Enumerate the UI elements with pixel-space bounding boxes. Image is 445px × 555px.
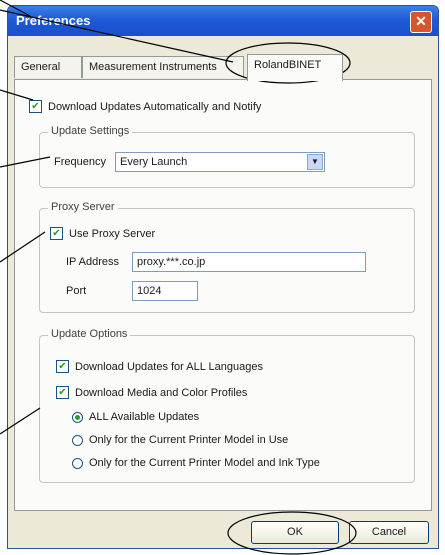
port-label: Port [66,285,87,297]
checkmark-icon: ✔ [56,386,69,399]
ok-button[interactable]: OK [251,521,339,544]
tab-general-label: General [21,61,61,73]
ip-address-input[interactable]: proxy.***.co.jp [132,252,366,272]
tab-rolandbinet-label: RolandBINET [254,59,322,71]
all-languages-checkbox[interactable]: ✔ Download Updates for ALL Languages [56,360,263,373]
tab-general[interactable]: General [14,56,82,78]
tab-strip: General Measurement Instruments RolandBI… [14,54,432,81]
title-bar[interactable]: Preferences ✕ [8,6,438,36]
proxy-server-group: Proxy Server ✔ Use Proxy Server IP Addre… [39,201,415,313]
chevron-down-icon[interactable]: ▼ [307,154,323,170]
use-proxy-checkbox[interactable]: ✔ Use Proxy Server [50,227,155,240]
use-proxy-label: Use Proxy Server [69,227,156,240]
checkmark-icon: ✔ [56,360,69,373]
all-languages-label: Download Updates for ALL Languages [75,360,263,373]
preferences-dialog: Preferences ✕ General Measurement Instru… [7,5,439,549]
frequency-value: Every Launch [120,156,188,168]
radio-current-printer[interactable]: Only for the Current Printer Model in Us… [72,434,288,446]
radio-all-updates[interactable]: ALL Available Updates [72,411,199,423]
checkmark-icon: ✔ [29,100,42,113]
rolandbinet-panel: ✔ Download Updates Automatically and Not… [14,79,432,511]
media-profiles-label: Download Media and Color Profiles [75,386,248,399]
radio-printer-and-ink[interactable]: Only for the Current Printer Model and I… [72,457,320,469]
radio-printer-and-ink-label: Only for the Current Printer Model and I… [89,457,320,469]
window-title: Preferences [16,13,91,28]
auto-update-label: Download Updates Automatically and Notif… [48,100,262,113]
update-options-group: Update Options ✔ Download Updates for AL… [39,328,415,483]
radio-all-updates-label: ALL Available Updates [89,411,200,423]
frequency-label: Frequency [54,156,106,168]
radio-unselected-icon [72,457,83,469]
update-options-title: Update Options [48,328,131,340]
tab-measurement-instruments[interactable]: Measurement Instruments [82,56,244,78]
update-settings-title: Update Settings [48,125,133,137]
radio-unselected-icon [72,434,83,446]
media-profiles-checkbox[interactable]: ✔ Download Media and Color Profiles [56,386,247,399]
radio-current-printer-label: Only for the Current Printer Model in Us… [89,434,289,446]
close-button[interactable]: ✕ [410,11,432,33]
proxy-server-title: Proxy Server [48,201,118,213]
cancel-button[interactable]: Cancel [349,521,429,544]
checkmark-icon: ✔ [50,227,63,240]
update-settings-group: Update Settings Frequency Every Launch ▼ [39,125,415,188]
radio-selected-icon [72,411,83,423]
tab-rolandbinet[interactable]: RolandBINET [247,54,343,81]
frequency-select[interactable]: Every Launch ▼ [115,152,325,172]
port-input[interactable]: 1024 [132,281,198,301]
auto-update-checkbox[interactable]: ✔ Download Updates Automatically and Not… [29,100,261,113]
ip-address-label: IP Address [66,256,119,268]
tab-measurement-label: Measurement Instruments [89,61,217,73]
